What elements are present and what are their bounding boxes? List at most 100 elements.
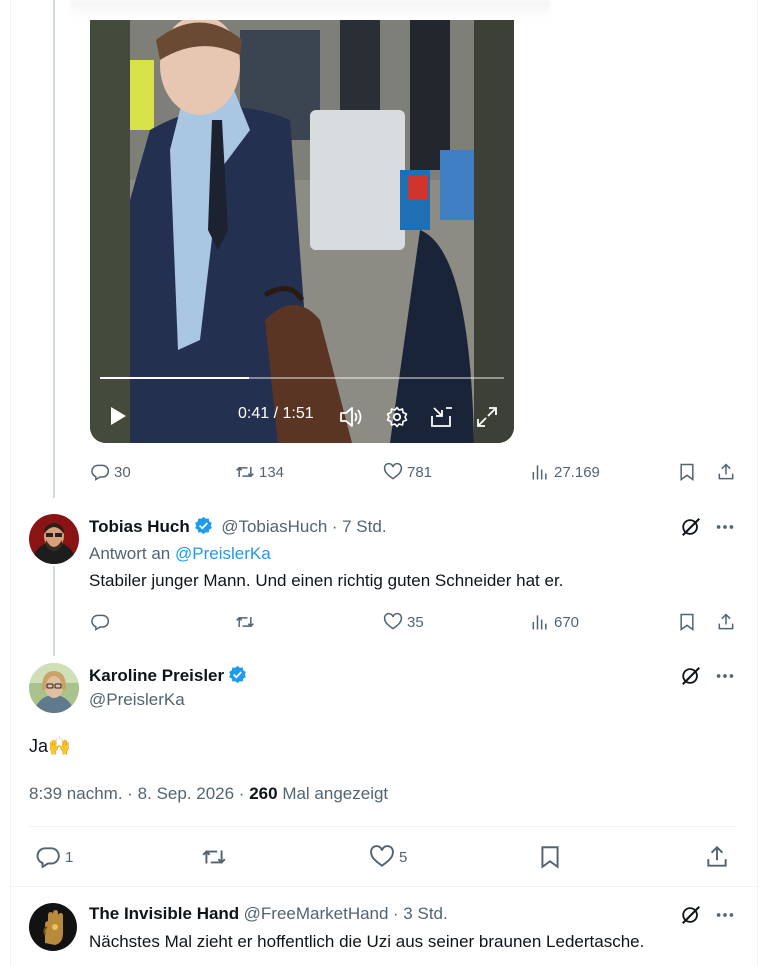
avatar-image — [29, 663, 79, 713]
video-time: 0:41 / 1:51 — [238, 405, 314, 423]
avatar[interactable] — [29, 903, 77, 951]
author-handle[interactable]: @TobiasHuch — [221, 517, 327, 536]
bookmark-icon — [680, 613, 694, 631]
retweet-button[interactable] — [235, 610, 259, 634]
bookmark-button[interactable] — [677, 460, 697, 484]
reply-prefix: Antwort an — [89, 544, 171, 563]
avatar[interactable] — [29, 663, 79, 713]
more-options-icon[interactable] — [714, 516, 736, 538]
like-button[interactable]: 5 — [369, 843, 407, 871]
share-icon — [718, 613, 734, 630]
reply-icon — [36, 847, 60, 869]
tweet-text: Ja🙌 — [29, 736, 70, 757]
analytics-icon — [532, 465, 547, 480]
reply-button[interactable]: 1 — [35, 843, 73, 871]
reply-count: 1 — [65, 848, 74, 866]
volume-icon — [340, 407, 362, 427]
retweet-button[interactable] — [201, 843, 227, 871]
views-button[interactable]: 27.169 — [530, 460, 600, 484]
bookmark-button[interactable] — [677, 610, 697, 634]
avatar[interactable] — [29, 514, 79, 564]
video-player[interactable]: 0:41 / 1:51 — [90, 20, 514, 443]
blurred-edge — [70, 0, 550, 18]
reply1-header: Tobias Huch @TobiasHuch · 7 Std. — [89, 516, 387, 537]
column-border-left — [10, 0, 11, 966]
bookmark-icon — [680, 463, 694, 481]
author-name[interactable]: The Invisible Hand — [89, 904, 239, 923]
tweet-meta: 8:39 nachm. · 8. Sep. 2026 · 260 Mal ang… — [29, 784, 388, 804]
picture-in-picture-icon — [431, 407, 452, 427]
retweet-icon — [202, 850, 226, 864]
thread-line — [53, 566, 55, 656]
views-button[interactable]: 670 — [530, 610, 579, 634]
retweet-icon — [236, 616, 254, 628]
avatar-image — [29, 903, 77, 951]
volume-button[interactable] — [338, 404, 364, 430]
grok-icon[interactable] — [680, 665, 702, 687]
share-button[interactable] — [704, 843, 730, 871]
verified-badge-icon — [194, 516, 212, 535]
reply2-header: The Invisible Hand @FreeMarketHand · 3 S… — [89, 904, 448, 924]
post-time[interactable]: · 3 Std. — [393, 904, 448, 923]
fullscreen-icon — [477, 407, 497, 427]
heart-icon — [383, 462, 403, 480]
view-count: 670 — [554, 613, 580, 631]
video-frame — [90, 20, 514, 443]
author-name[interactable]: Tobias Huch — [89, 517, 190, 536]
like-button[interactable]: 35 — [383, 610, 424, 634]
tweet-text: Nächstes Mal zieht er hoffentlich die Uz… — [89, 932, 645, 951]
divider — [29, 826, 736, 827]
settings-button[interactable] — [384, 404, 410, 430]
reply-count: 30 — [114, 463, 131, 481]
tweet-text-body: Ja — [29, 736, 49, 756]
post-timestamp[interactable]: 8:39 nachm. · 8. Sep. 2026 · — [29, 784, 244, 803]
reply-to-link[interactable]: @PreislerKa — [175, 544, 271, 563]
picture-in-picture-button[interactable] — [429, 404, 455, 430]
play-button[interactable] — [106, 404, 130, 428]
focus-author: Karoline Preisler — [89, 665, 247, 686]
grok-icon[interactable] — [680, 904, 702, 926]
reply-icon — [91, 614, 110, 631]
raised-hands-emoji: 🙌 — [48, 736, 71, 757]
column-border-right — [757, 0, 758, 966]
share-icon — [718, 463, 734, 480]
author-handle[interactable]: @FreeMarketHand — [244, 904, 389, 923]
retweet-count: 134 — [259, 463, 285, 481]
more-options-icon[interactable] — [714, 665, 736, 687]
grok-icon[interactable] — [680, 516, 702, 538]
fullscreen-button[interactable] — [474, 404, 500, 430]
like-count: 35 — [407, 613, 424, 631]
video-progress-fill — [100, 377, 250, 379]
reply-button[interactable] — [90, 610, 114, 634]
view-label: Mal angezeigt — [282, 784, 389, 803]
view-count: 27.169 — [554, 463, 600, 481]
video-time-separator: / — [269, 405, 283, 422]
reply1-actions: 35 670 — [90, 610, 740, 634]
reply-button[interactable]: 30 — [90, 460, 131, 484]
share-button[interactable] — [716, 460, 736, 484]
tweet-text: Stabiler junger Mann. Und einen richtig … — [89, 571, 564, 590]
bookmark-button[interactable] — [537, 843, 563, 871]
retweet-icon — [236, 466, 254, 478]
divider — [10, 886, 758, 887]
view-count: 260 — [249, 784, 278, 803]
like-count: 5 — [399, 848, 408, 866]
post-time[interactable]: · 7 Std. — [332, 517, 387, 536]
retweet-button[interactable]: 134 — [235, 460, 284, 484]
author-name[interactable]: Karoline Preisler — [89, 666, 224, 685]
author-handle[interactable]: @PreislerKa — [89, 690, 185, 710]
analytics-icon — [532, 615, 547, 630]
reply-context: Antwort an @PreislerKa — [89, 544, 271, 564]
bookmark-icon — [541, 846, 559, 869]
video-duration: 1:51 — [282, 405, 314, 422]
gear-icon — [386, 406, 408, 428]
verified-badge-icon — [229, 665, 247, 684]
video-progress-track[interactable] — [100, 377, 504, 379]
focus-tweet-actions: 1 5 — [35, 843, 735, 871]
play-icon — [111, 407, 126, 425]
share-button[interactable] — [716, 610, 736, 634]
like-button[interactable]: 781 — [383, 460, 432, 484]
more-options-icon[interactable] — [714, 904, 736, 926]
thread-line — [53, 0, 55, 498]
avatar-image — [29, 514, 79, 564]
